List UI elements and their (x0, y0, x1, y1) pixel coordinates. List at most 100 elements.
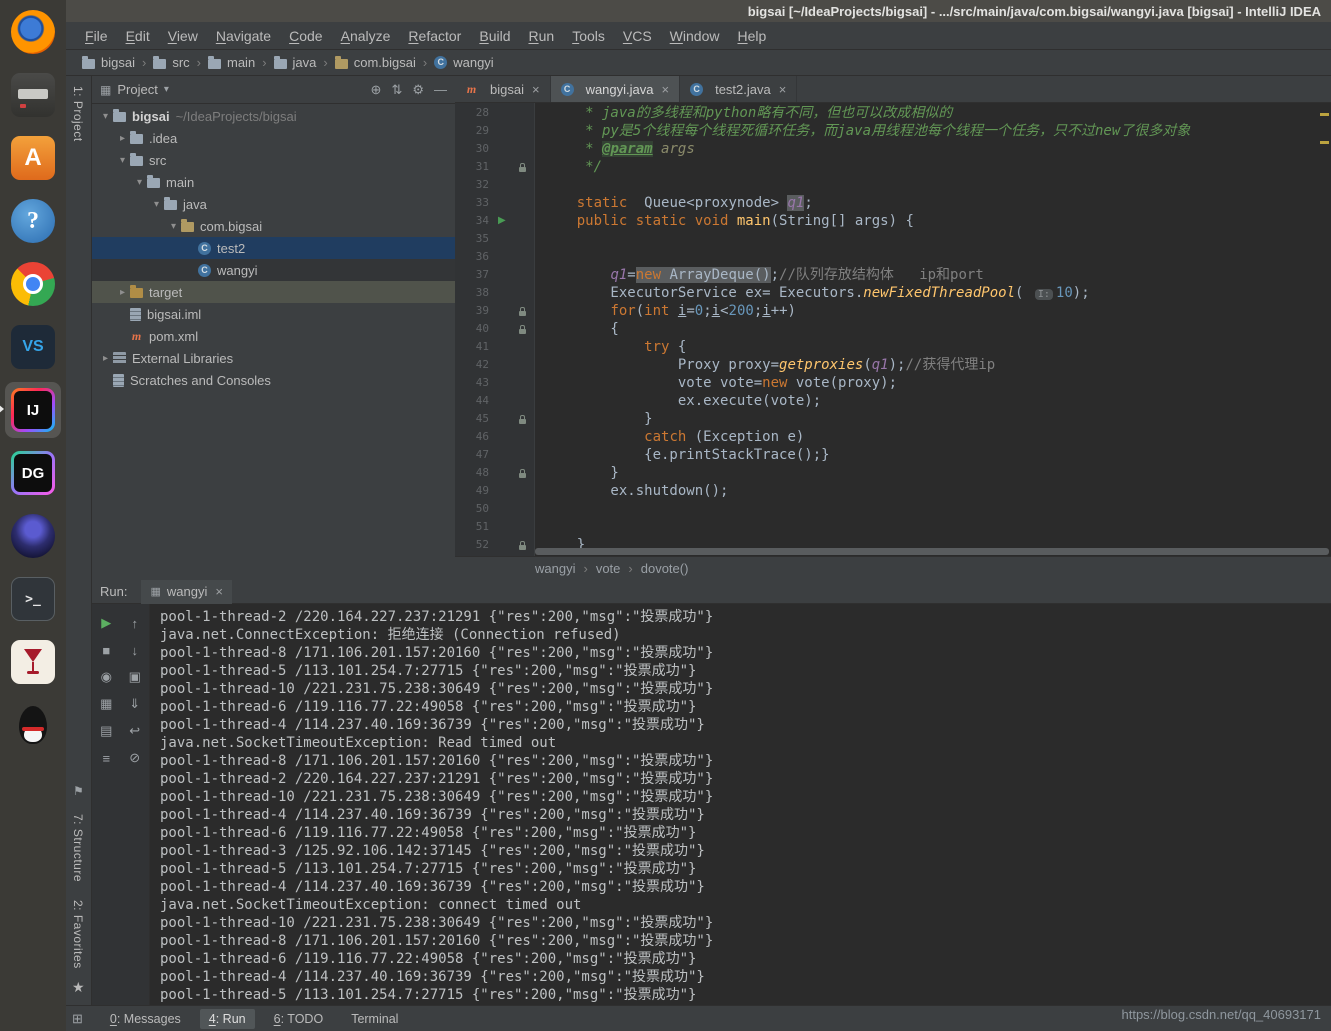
tree-item-test2[interactable]: Ctest2 (92, 237, 455, 259)
menu-edit[interactable]: Edit (117, 28, 159, 44)
tree-item-bigsai-iml[interactable]: bigsai.iml (92, 303, 455, 325)
intellij-idea-icon[interactable]: IJ (10, 387, 56, 433)
tree-item-pom-xml[interactable]: mpom.xml (92, 325, 455, 347)
tab-test2-java[interactable]: Ctest2.java× (680, 76, 797, 102)
restore-layout-icon[interactable]: ▦ (94, 693, 118, 715)
more-options-icon[interactable]: ≡ (94, 747, 118, 769)
firefox-icon[interactable] (10, 9, 56, 55)
soft-wrap-icon[interactable]: ↩ (123, 720, 147, 742)
run-tab-wangyi[interactable]: ▦ wangyi × (141, 580, 231, 604)
tree-item-idea[interactable]: ▸.idea (92, 127, 455, 149)
fold-marker-icon[interactable] (519, 311, 526, 316)
ubuntu-software-icon[interactable]: A (10, 135, 56, 181)
print-icon[interactable]: ▤ (94, 720, 118, 742)
wine-icon[interactable] (10, 639, 56, 685)
tree-toggle-icon[interactable]: ▾ (149, 199, 164, 210)
stop-icon[interactable]: ■ (94, 639, 118, 661)
console-output[interactable]: pool-1-thread-2 /220.164.227.237:21291 {… (150, 604, 1331, 1005)
scroll-to-end-icon[interactable]: ⇓ (123, 693, 147, 715)
hide-panel-icon[interactable]: — (434, 82, 447, 98)
console-settings-icon[interactable]: ▣ (123, 666, 147, 688)
menu-run[interactable]: Run (519, 28, 563, 44)
menu-vcs[interactable]: VCS (614, 28, 661, 44)
toolwindow-project-button[interactable]: 1: Project (71, 86, 85, 142)
fold-marker-icon[interactable] (519, 419, 526, 424)
breadcrumb-item-java[interactable]: java (274, 55, 317, 70)
breadcrumb-item-src[interactable]: src (153, 55, 189, 70)
breadcrumb-item-main[interactable]: main (208, 55, 255, 70)
close-icon[interactable]: × (532, 82, 540, 97)
star-icon[interactable]: ★ (72, 979, 85, 996)
breadcrumb-item-bigsai[interactable]: bigsai (82, 55, 135, 70)
menu-refactor[interactable]: Refactor (399, 28, 470, 44)
editor-breadcrumb-dovote[interactable]: dovote() (641, 561, 689, 576)
tree-item-main[interactable]: ▾main (92, 171, 455, 193)
tree-toggle-icon[interactable]: ▾ (132, 177, 147, 188)
tree-item-com-bigsai[interactable]: ▾com.bigsai (92, 215, 455, 237)
project-panel-title[interactable]: Project (117, 82, 157, 97)
tree-toggle-icon[interactable]: ▸ (115, 133, 130, 144)
tree-toggle-icon[interactable]: ▾ (115, 155, 130, 166)
chevron-down-icon[interactable]: ▾ (164, 84, 169, 95)
qq-icon[interactable] (10, 702, 56, 748)
editor-breadcrumb-vote[interactable]: vote (596, 561, 621, 576)
toolwindow-structure-button[interactable]: 7: Structure (71, 814, 85, 882)
tree-toggle-icon[interactable]: ▸ (98, 353, 113, 364)
toolwindow-favorites-button[interactable]: 2: Favorites (71, 900, 85, 969)
window-titlebar[interactable]: bigsai [~/IdeaProjects/bigsai] - .../src… (66, 0, 1331, 22)
chrome-icon[interactable] (10, 261, 56, 307)
tree-item-java[interactable]: ▾java (92, 193, 455, 215)
tree-item-target[interactable]: ▸target (92, 281, 455, 303)
horizontal-scrollbar[interactable] (535, 548, 1329, 555)
menu-file[interactable]: File (76, 28, 117, 44)
tree-item-bigsai[interactable]: ▾bigsai~/IdeaProjects/bigsai (92, 105, 455, 127)
vscode-icon[interactable]: VS (10, 324, 56, 370)
tree-item-wangyi[interactable]: Cwangyi (92, 259, 455, 281)
collapse-all-icon[interactable]: ⇅ (391, 82, 402, 98)
statusbar-6-todo[interactable]: 6: TODO (265, 1009, 333, 1029)
help-icon[interactable]: ? (10, 198, 56, 244)
breadcrumb-item-com-bigsai[interactable]: com.bigsai (335, 55, 416, 70)
run-line-icon[interactable]: ▶ (498, 212, 506, 230)
menu-tools[interactable]: Tools (563, 28, 614, 44)
menu-window[interactable]: Window (661, 28, 729, 44)
statusbar-terminal[interactable]: Terminal (342, 1009, 407, 1029)
pin-icon[interactable]: ⚑ (73, 784, 84, 798)
tree-toggle-icon[interactable]: ▸ (115, 287, 130, 298)
locate-icon[interactable]: ⊕ (371, 82, 382, 98)
statusbar-4-run[interactable]: 4: Run (200, 1009, 255, 1029)
rerun-icon[interactable]: ▶ (94, 612, 118, 634)
tab-bigsai[interactable]: mbigsai× (455, 76, 551, 102)
tree-item-src[interactable]: ▾src (92, 149, 455, 171)
error-stripe-mark[interactable] (1320, 141, 1329, 144)
close-icon[interactable]: × (779, 82, 787, 97)
toolwindow-switcher-icon[interactable]: ⊞ (72, 1011, 83, 1027)
statusbar-0-messages[interactable]: 0: Messages (101, 1009, 190, 1029)
up-stack-icon[interactable]: ↑ (123, 612, 147, 634)
menu-navigate[interactable]: Navigate (207, 28, 280, 44)
datagrip-icon[interactable]: DG (10, 450, 56, 496)
tab-wangyi-java[interactable]: Cwangyi.java× (551, 76, 681, 102)
fold-marker-icon[interactable] (519, 473, 526, 478)
thread-dump-icon[interactable]: ◉ (94, 666, 118, 688)
menu-build[interactable]: Build (470, 28, 519, 44)
tree-item-scratches-and-consoles[interactable]: Scratches and Consoles (92, 369, 455, 391)
menu-analyze[interactable]: Analyze (332, 28, 400, 44)
close-icon[interactable]: × (662, 82, 670, 97)
tree-toggle-icon[interactable]: ▾ (98, 111, 113, 122)
fold-marker-icon[interactable] (519, 545, 526, 550)
tree-item-external-libraries[interactable]: ▸External Libraries (92, 347, 455, 369)
fold-marker-icon[interactable] (519, 167, 526, 172)
close-icon[interactable]: × (215, 584, 223, 599)
terminal-icon[interactable]: >_ (10, 576, 56, 622)
clear-all-icon[interactable]: ⊘ (123, 747, 147, 769)
printer-icon[interactable] (10, 72, 56, 118)
code-editor[interactable]: 28 * java的多线程和python略有不同，但也可以改成相似的29 * p… (455, 103, 1331, 556)
breadcrumb-item-wangyi[interactable]: Cwangyi (434, 55, 493, 70)
menu-code[interactable]: Code (280, 28, 331, 44)
menu-view[interactable]: View (159, 28, 207, 44)
settings-gear-icon[interactable]: ⚙ (412, 82, 424, 98)
tree-toggle-icon[interactable]: ▾ (166, 221, 181, 232)
eclipse-icon[interactable] (10, 513, 56, 559)
editor-breadcrumb-wangyi[interactable]: wangyi (535, 561, 575, 576)
